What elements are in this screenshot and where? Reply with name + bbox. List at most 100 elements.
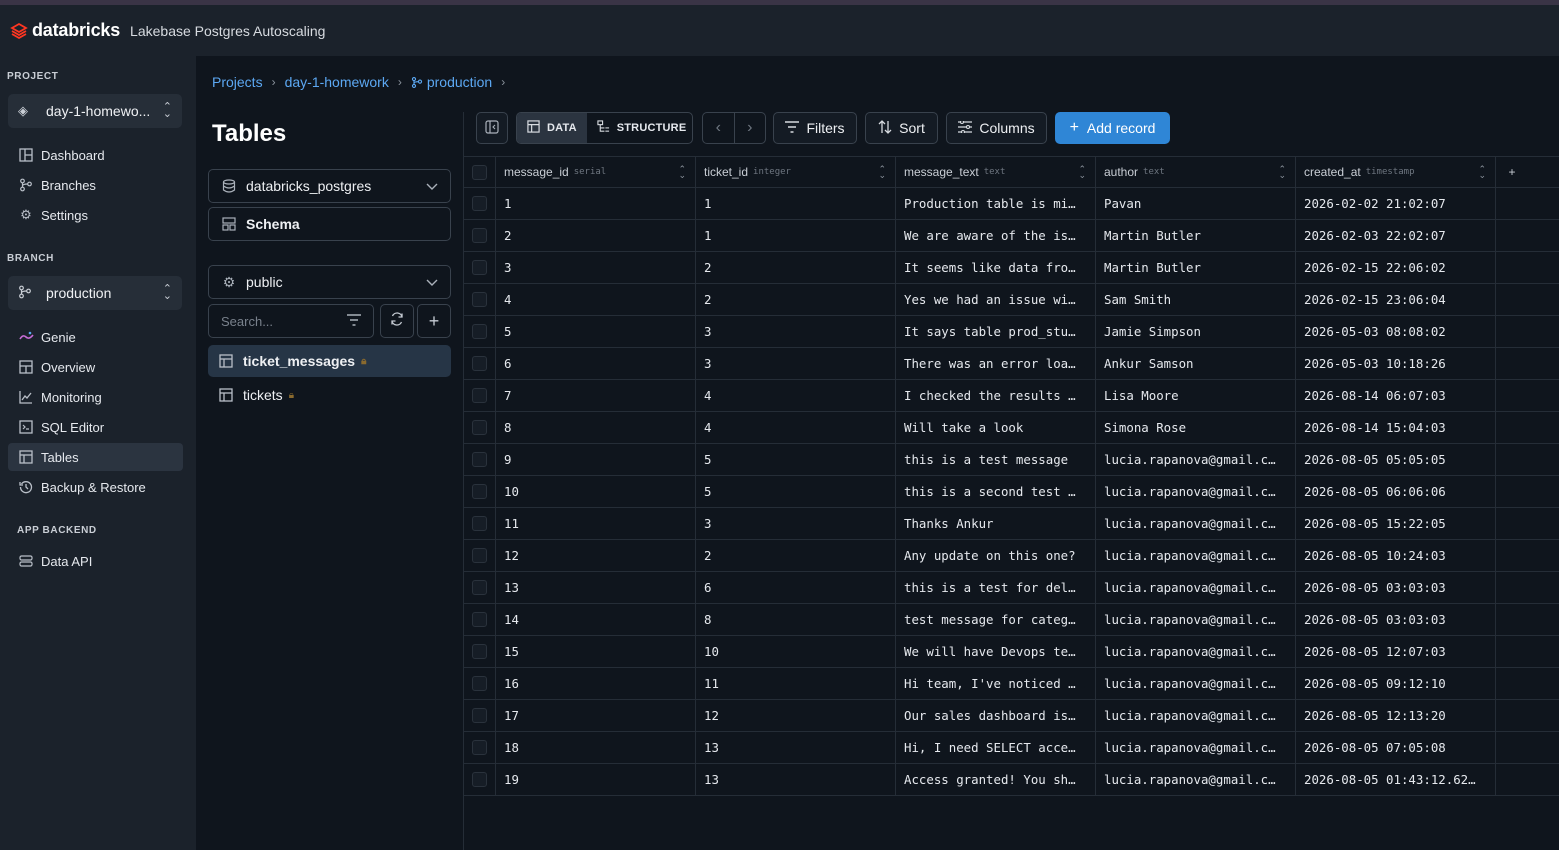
cell-ticket-id[interactable]: 4 <box>696 380 896 411</box>
row-checkbox[interactable] <box>472 612 487 627</box>
cell-message-text[interactable]: There was an error loa… <box>896 348 1096 379</box>
column-header-created-at[interactable]: created_at timestamp ⌃ ⌄ <box>1296 157 1496 187</box>
row-checkbox[interactable] <box>472 580 487 595</box>
cell-author[interactable]: lucia.rapanova@gmail.c… <box>1096 732 1296 763</box>
next-page-button[interactable]: › <box>733 113 766 143</box>
cell-created-at[interactable]: 2026-05-03 08:08:02 <box>1296 316 1496 347</box>
cell-message-text[interactable]: Will take a look <box>896 412 1096 443</box>
cell-ticket-id[interactable]: 8 <box>696 604 896 635</box>
cell-message-id[interactable]: 18 <box>496 732 696 763</box>
cell-message-text[interactable]: It seems like data fro… <box>896 252 1096 283</box>
cell-created-at[interactable]: 2026-08-05 06:06:06 <box>1296 476 1496 507</box>
cell-created-at[interactable]: 2026-08-05 03:03:03 <box>1296 572 1496 603</box>
cell-created-at[interactable]: 2026-02-15 23:06:04 <box>1296 284 1496 315</box>
cell-ticket-id[interactable]: 1 <box>696 188 896 219</box>
cell-author[interactable]: lucia.rapanova@gmail.c… <box>1096 444 1296 475</box>
table-row[interactable]: 10 5 this is a second test … lucia.rapanova… <box>464 476 1559 508</box>
cell-ticket-id[interactable]: 13 <box>696 732 896 763</box>
table-row[interactable]: 11 3 Thanks Ankur lucia.rapanova@gmail.c… 20… <box>464 508 1559 540</box>
table-row[interactable]: 12 2 Any update on this one? lucia.rapanova… <box>464 540 1559 572</box>
row-checkbox[interactable] <box>472 260 487 275</box>
cell-author[interactable]: Jamie Simpson <box>1096 316 1296 347</box>
cell-ticket-id[interactable]: 5 <box>696 476 896 507</box>
add-table-button[interactable]: + <box>417 304 451 338</box>
sidebar-item-data-api[interactable]: Data API <box>8 547 183 575</box>
sort-button[interactable]: Sort <box>865 112 938 144</box>
table-row[interactable]: 3 2 It seems like data fro… Martin Butler 20… <box>464 252 1559 284</box>
row-checkbox[interactable] <box>472 740 487 755</box>
add-record-button[interactable]: + Add record <box>1055 112 1170 144</box>
table-row[interactable]: 5 3 It says table prod_stu… Jamie Simpson 20… <box>464 316 1559 348</box>
row-checkbox[interactable] <box>472 292 487 307</box>
table-row[interactable]: 6 3 There was an error loa… Ankur Samson 202… <box>464 348 1559 380</box>
row-checkbox[interactable] <box>472 228 487 243</box>
cell-message-text[interactable]: Access granted! You sh… <box>896 764 1096 795</box>
cell-message-id[interactable]: 12 <box>496 540 696 571</box>
tab-structure[interactable]: STRUCTURE <box>587 113 692 143</box>
cell-message-id[interactable]: 17 <box>496 700 696 731</box>
cell-message-id[interactable]: 16 <box>496 668 696 699</box>
cell-message-text[interactable]: this is a test message <box>896 444 1096 475</box>
cell-created-at[interactable]: 2026-08-05 12:13:20 <box>1296 700 1496 731</box>
cell-author[interactable]: lucia.rapanova@gmail.c… <box>1096 764 1296 795</box>
column-header-ticket-id[interactable]: ticket_id integer ⌃ ⌄ <box>696 157 896 187</box>
sort-toggle-icon[interactable]: ⌃ ⌄ <box>878 165 886 180</box>
row-checkbox[interactable] <box>472 772 487 787</box>
cell-message-id[interactable]: 8 <box>496 412 696 443</box>
cell-author[interactable]: lucia.rapanova@gmail.c… <box>1096 668 1296 699</box>
cell-author[interactable]: lucia.rapanova@gmail.c… <box>1096 700 1296 731</box>
cell-created-at[interactable]: 2026-02-02 21:02:07 <box>1296 188 1496 219</box>
cell-created-at[interactable]: 2026-08-14 06:07:03 <box>1296 380 1496 411</box>
cell-ticket-id[interactable]: 6 <box>696 572 896 603</box>
column-header-message-text[interactable]: message_text text ⌃ ⌄ <box>896 157 1096 187</box>
filters-button[interactable]: Filters <box>773 112 857 144</box>
schema-button[interactable]: Schema <box>208 207 451 241</box>
cell-created-at[interactable]: 2026-05-03 10:18:26 <box>1296 348 1496 379</box>
cell-message-id[interactable]: 15 <box>496 636 696 667</box>
column-header-message-id[interactable]: message_id serial ⌃ ⌄ <box>496 157 696 187</box>
table-row[interactable]: 1 1 Production table is mi… Pavan 2026-02-02… <box>464 188 1559 220</box>
cell-author[interactable]: Lisa Moore <box>1096 380 1296 411</box>
cell-message-id[interactable]: 14 <box>496 604 696 635</box>
table-row[interactable]: 15 10 We will have Devops te… lucia.rapanov… <box>464 636 1559 668</box>
row-checkbox[interactable] <box>472 388 487 403</box>
cell-ticket-id[interactable]: 10 <box>696 636 896 667</box>
cell-ticket-id[interactable]: 2 <box>696 540 896 571</box>
cell-author[interactable]: lucia.rapanova@gmail.c… <box>1096 572 1296 603</box>
sort-toggle-icon[interactable]: ⌃ ⌄ <box>1278 165 1286 180</box>
table-row[interactable]: 13 6 this is a test for del… lucia.rapanova… <box>464 572 1559 604</box>
project-selector[interactable]: ◈ day-1-homewo... ⌃ ⌄ <box>8 94 182 128</box>
row-checkbox[interactable] <box>472 676 487 691</box>
schema-selector[interactable]: ⚙ public <box>208 265 451 299</box>
sidebar-item-tables[interactable]: Tables <box>8 443 183 471</box>
sidebar-item-dashboard[interactable]: Dashboard <box>8 141 183 169</box>
cell-message-text[interactable]: We will have Devops te… <box>896 636 1096 667</box>
cell-message-text[interactable]: Production table is mi… <box>896 188 1096 219</box>
table-search-input[interactable]: Search... <box>208 304 374 338</box>
cell-message-id[interactable]: 6 <box>496 348 696 379</box>
cell-message-id[interactable]: 11 <box>496 508 696 539</box>
cell-created-at[interactable]: 2026-08-05 15:22:05 <box>1296 508 1496 539</box>
table-row[interactable]: 17 12 Our sales dashboard is… lucia.rapanov… <box>464 700 1559 732</box>
cell-ticket-id[interactable]: 2 <box>696 284 896 315</box>
cell-message-id[interactable]: 19 <box>496 764 696 795</box>
table-item-tickets[interactable]: tickets 🔒︎ <box>208 379 451 411</box>
cell-message-id[interactable]: 5 <box>496 316 696 347</box>
row-checkbox[interactable] <box>472 324 487 339</box>
cell-created-at[interactable]: 2026-02-15 22:06:02 <box>1296 252 1496 283</box>
branch-selector[interactable]: production ⌃ ⌄ <box>8 276 182 310</box>
cell-message-text[interactable]: this is a test for del… <box>896 572 1096 603</box>
cell-author[interactable]: Sam Smith <box>1096 284 1296 315</box>
table-row[interactable]: 9 5 this is a test message lucia.rapanova@g… <box>464 444 1559 476</box>
table-row[interactable]: 74I checked the results … Lisa Moore 2026-… <box>464 380 1559 412</box>
cell-created-at[interactable]: 2026-08-05 10:24:03 <box>1296 540 1496 571</box>
cell-message-text[interactable]: Thanks Ankur <box>896 508 1096 539</box>
cell-message-text[interactable]: Yes we had an issue wi… <box>896 284 1096 315</box>
cell-message-text[interactable]: I checked the results … <box>896 380 1096 411</box>
cell-author[interactable]: lucia.rapanova@gmail.c… <box>1096 604 1296 635</box>
cell-created-at[interactable]: 2026-08-05 12:07:03 <box>1296 636 1496 667</box>
cell-message-id[interactable]: 2 <box>496 220 696 251</box>
cell-message-text[interactable]: this is a second test … <box>896 476 1096 507</box>
sort-toggle-icon[interactable]: ⌃ ⌄ <box>1478 165 1486 180</box>
cell-ticket-id[interactable]: 2 <box>696 252 896 283</box>
